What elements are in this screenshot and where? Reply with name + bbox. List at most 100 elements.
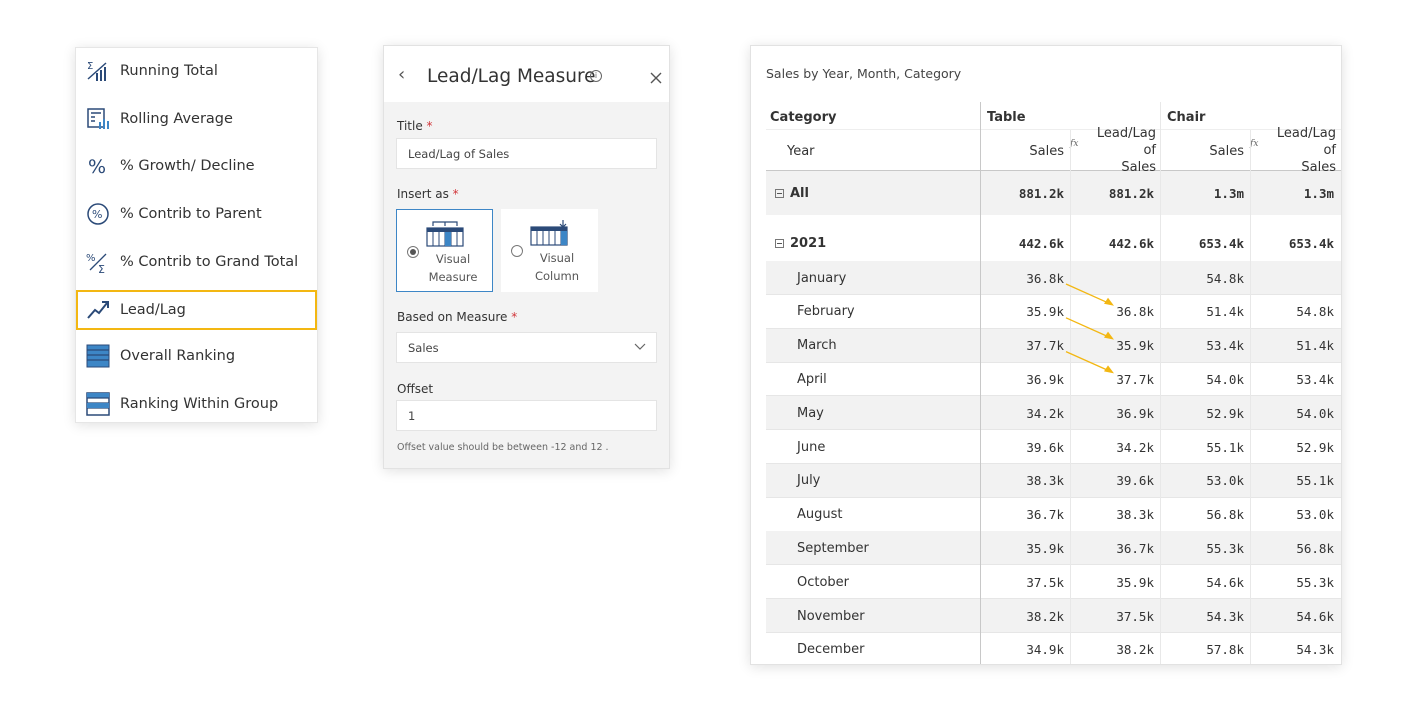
dialog-header: ‹ Lead/Lag Measure i: [384, 46, 669, 102]
table-cell: 34.9k: [1026, 642, 1064, 658]
table-cell: 38.3k: [1116, 507, 1154, 523]
menu-item-ranking-within-group[interactable]: Ranking Within Group: [76, 384, 317, 424]
back-chevron-icon[interactable]: ‹: [398, 66, 412, 84]
row-label-text: October: [797, 574, 850, 590]
table-cell: 1.3m: [1303, 185, 1334, 201]
table-cell: 54.8k: [1296, 304, 1334, 320]
svg-text:%: %: [86, 253, 96, 264]
pivot-table-panel: Sales by Year, Month, Category Category T…: [750, 45, 1342, 665]
row-label-october: October: [797, 565, 997, 599]
menu-item-label: Rolling Average: [120, 111, 233, 127]
row-label-text: January: [797, 270, 847, 286]
table-cell: 55.3k: [1206, 540, 1244, 556]
radio-visual-measure[interactable]: [407, 246, 419, 258]
table-cell: 36.7k: [1116, 540, 1154, 556]
menu-item-label: Running Total: [120, 63, 218, 79]
table-cell: 37.7k: [1116, 371, 1154, 387]
dialog-title: Lead/Lag Measure: [427, 66, 596, 87]
row-label-december: December: [797, 633, 997, 664]
row-label-all[interactable]: All: [775, 171, 975, 215]
based-on-select[interactable]: Sales: [396, 332, 657, 363]
row-label-august: August: [797, 498, 997, 532]
percent-icon: %: [86, 154, 110, 178]
row-label-text: November: [797, 608, 865, 624]
column-divider: [980, 102, 981, 664]
offset-label: Offset: [397, 382, 434, 396]
radio-visual-column[interactable]: [511, 245, 523, 257]
column-header-sales[interactable]: Sales: [980, 134, 1070, 168]
column-header-lead-lag[interactable]: fx Lead/Lag of Sales: [1070, 126, 1160, 175]
collapse-toggle-icon[interactable]: [775, 238, 784, 248]
table-cell: 55.1k: [1296, 473, 1334, 489]
table-cell: 442.6k: [1018, 235, 1064, 251]
svg-text:%: %: [92, 208, 102, 221]
table-cell: 881.2k: [1108, 185, 1154, 201]
row-label-may: May: [797, 396, 997, 430]
insert-visual-column-option[interactable]: Visual Column: [501, 209, 598, 292]
row-label-2021[interactable]: 2021: [775, 223, 975, 263]
menu-item-growth-decline[interactable]: % % Growth/ Decline: [76, 146, 317, 186]
row-label-september: September: [797, 531, 997, 565]
chevron-down-icon: [634, 343, 646, 350]
table-cell: 52.9k: [1296, 439, 1334, 455]
running-total-icon: Σ: [86, 59, 110, 83]
table-cell: 38.2k: [1026, 608, 1064, 624]
column-divider: [1070, 130, 1071, 664]
table-cell: 54.8k: [1206, 270, 1244, 286]
row-label-february: February: [797, 295, 997, 329]
menu-item-running-total[interactable]: Σ Running Total: [76, 51, 317, 91]
ranking-group-icon: [86, 392, 110, 416]
table-cell: 56.8k: [1206, 507, 1244, 523]
row-label-text: May: [797, 405, 824, 421]
row-label-text: September: [797, 540, 869, 556]
table-cell: 37.5k: [1116, 608, 1154, 624]
title-label: Title *: [397, 119, 433, 133]
ranking-table-icon: [86, 344, 110, 368]
table-cell: 442.6k: [1108, 235, 1154, 251]
visual-column-icon: [530, 220, 568, 246]
year-header: Year: [787, 143, 815, 159]
table-cell: 51.4k: [1206, 304, 1244, 320]
title-input[interactable]: Lead/Lag of Sales: [396, 138, 657, 169]
collapse-toggle-icon[interactable]: [775, 188, 784, 198]
row-label-text: February: [797, 304, 855, 320]
close-icon[interactable]: [648, 70, 664, 86]
menu-item-contrib-grand-total[interactable]: % Σ % Contrib to Grand Total: [76, 242, 317, 282]
row-label-april: April: [797, 362, 997, 396]
svg-text:Σ: Σ: [98, 263, 105, 274]
menu-item-overall-ranking[interactable]: Overall Ranking: [76, 336, 317, 376]
offset-input[interactable]: 1: [396, 400, 657, 431]
insert-visual-measure-option[interactable]: Visual Measure: [396, 209, 493, 292]
table-cell: 54.0k: [1206, 371, 1244, 387]
visual-column-text: Visual Column: [534, 251, 580, 283]
fx-icon: fx: [1070, 139, 1079, 149]
column-header-lead-lag[interactable]: fx Lead/Lag of Sales: [1250, 126, 1340, 175]
table-cell: 34.2k: [1026, 405, 1064, 421]
column-divider: [1250, 130, 1251, 664]
table-cell: 54.3k: [1296, 642, 1334, 658]
svg-text:%: %: [88, 156, 106, 178]
menu-item-rolling-average[interactable]: Rolling Average: [76, 99, 317, 139]
table-cell: 36.9k: [1116, 405, 1154, 421]
table-cell: 52.9k: [1206, 405, 1244, 421]
menu-item-contrib-parent[interactable]: % % Contrib to Parent: [76, 194, 317, 234]
table-cell: 36.8k: [1116, 304, 1154, 320]
menu-item-label: Overall Ranking: [120, 348, 236, 364]
table-cell: 55.3k: [1296, 574, 1334, 590]
info-icon[interactable]: i: [590, 70, 602, 82]
table-cell: 54.6k: [1206, 574, 1244, 590]
row-label-text: July: [797, 473, 821, 489]
table-cell: 38.3k: [1026, 473, 1064, 489]
rolling-average-icon: [86, 107, 110, 131]
menu-item-label: % Contrib to Grand Total: [120, 254, 299, 270]
column-header-sales[interactable]: Sales: [1160, 134, 1250, 168]
lead-lag-header-text: Lead/Lag of Sales: [1276, 125, 1336, 175]
table-cell: 39.6k: [1116, 473, 1154, 489]
table-cell: 881.2k: [1018, 185, 1064, 201]
table-cell: [1250, 261, 1340, 295]
menu-item-lead-lag[interactable]: Lead/Lag: [76, 290, 317, 330]
row-label-text: March: [797, 338, 837, 354]
row-label-march: March: [797, 329, 997, 363]
table-cell: 38.2k: [1116, 642, 1154, 658]
table-cell: 53.0k: [1296, 507, 1334, 523]
